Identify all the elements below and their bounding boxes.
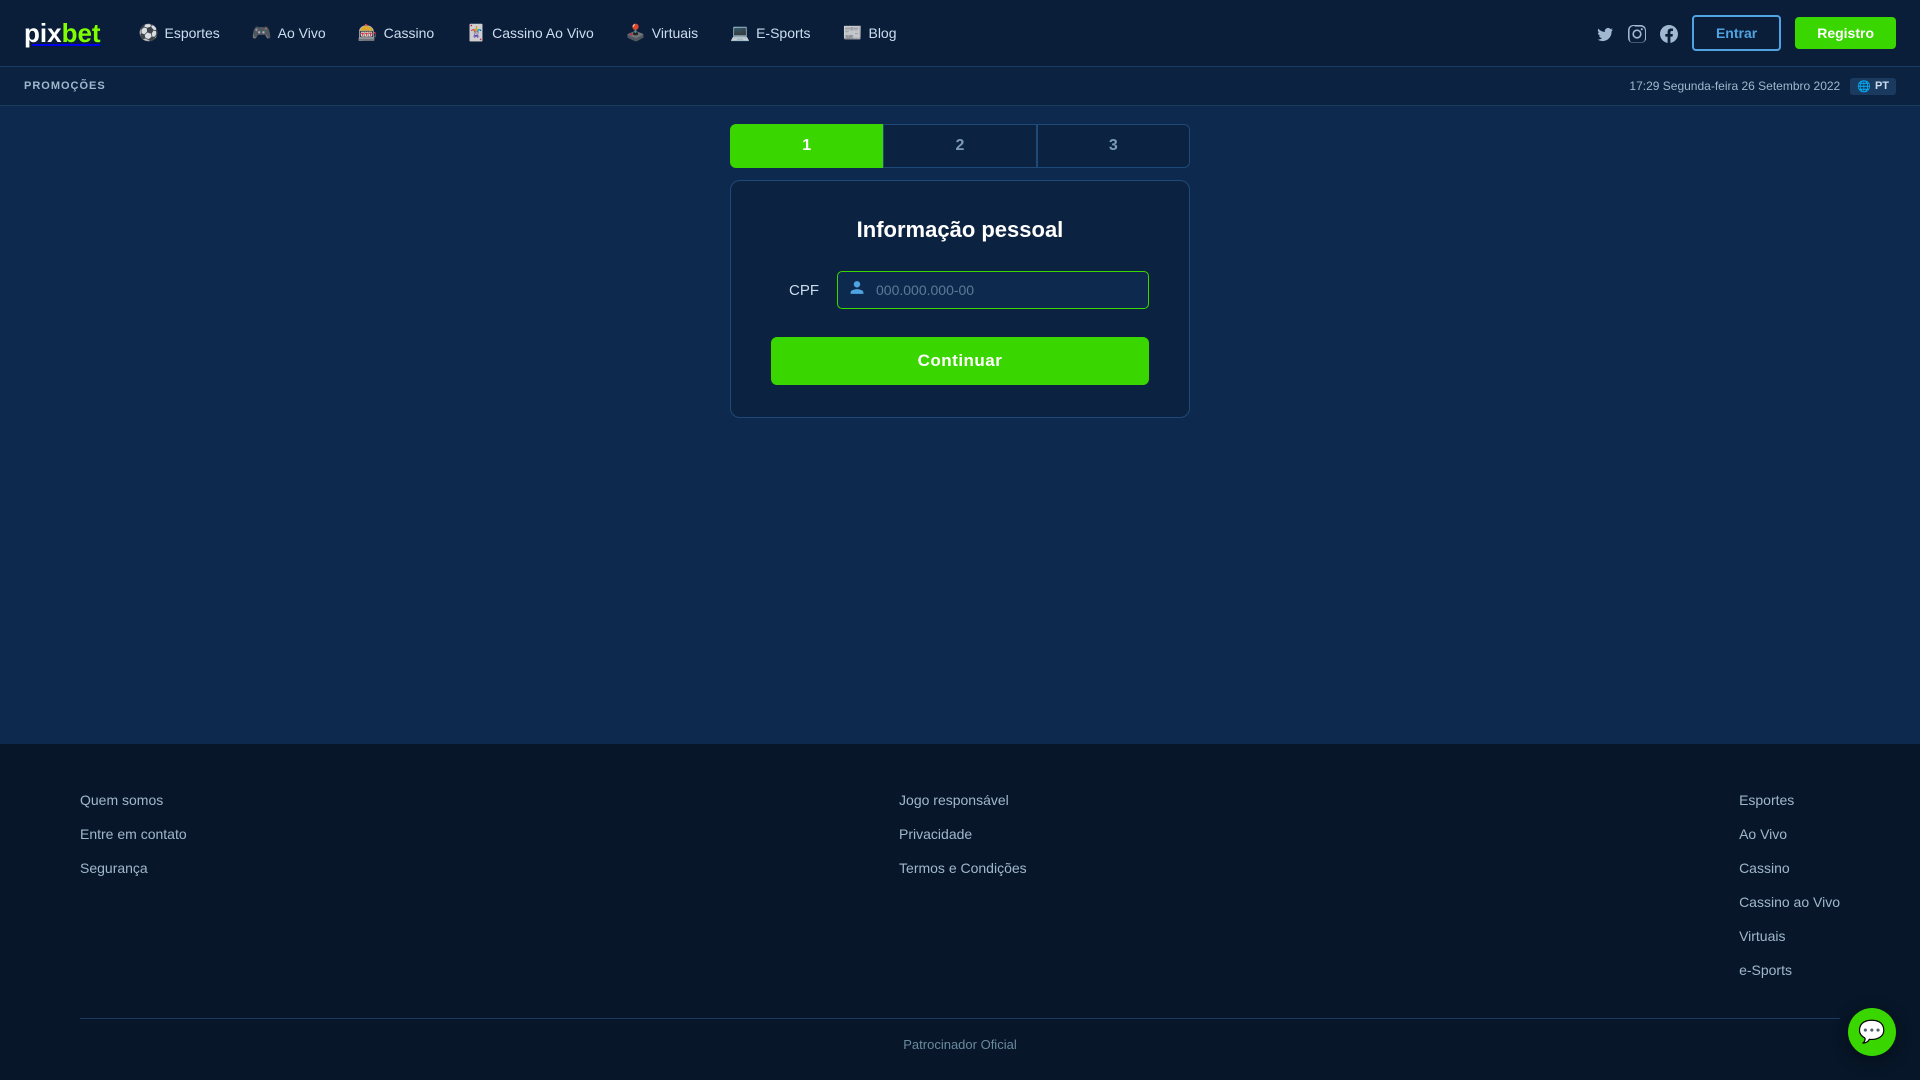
- footer-cassino[interactable]: Cassino: [1739, 860, 1840, 876]
- nav-virtuais-label: Virtuais: [652, 25, 698, 41]
- nav-e-sports[interactable]: 💻 E-Sports: [716, 17, 824, 49]
- footer-col-3: Esportes Ao Vivo Cassino Cassino ao Vivo…: [1739, 792, 1840, 978]
- nav-cassino[interactable]: 🎰 Cassino: [344, 17, 449, 49]
- logo-bet: bet: [62, 18, 101, 49]
- footer-termos[interactable]: Termos e Condições: [899, 860, 1027, 876]
- datetime-lang: 17:29 Segunda-feira 26 Setembro 2022 🌐 P…: [1629, 78, 1896, 95]
- cpf-label: CPF: [771, 282, 819, 299]
- step-3[interactable]: 3: [1037, 124, 1190, 168]
- footer-cassino-ao-vivo[interactable]: Cassino ao Vivo: [1739, 894, 1840, 910]
- footer-virtuais[interactable]: Virtuais: [1739, 928, 1840, 944]
- footer-ao-vivo[interactable]: Ao Vivo: [1739, 826, 1840, 842]
- lang-text: PT: [1875, 80, 1889, 92]
- cassino-ao-vivo-icon: 🃏: [466, 23, 486, 43]
- footer-e-sports[interactable]: e-Sports: [1739, 962, 1840, 978]
- step-2-number: 2: [956, 137, 965, 155]
- nav-cassino-ao-vivo-label: Cassino Ao Vivo: [492, 25, 594, 41]
- footer-col-2: Jogo responsável Privacidade Termos e Co…: [899, 792, 1027, 978]
- patrocinador-label: Patrocinador Oficial: [903, 1037, 1016, 1052]
- nav-esportes[interactable]: ⚽ Esportes: [125, 17, 234, 49]
- step-1-number: 1: [802, 137, 811, 155]
- twitter-link[interactable]: [1596, 23, 1614, 44]
- instagram-link[interactable]: [1628, 23, 1646, 44]
- footer-cols: Quem somos Entre em contato Segurança Jo…: [80, 792, 1840, 978]
- chat-icon: 💬: [1858, 1019, 1885, 1045]
- instagram-icon: [1628, 25, 1646, 43]
- ao-vivo-icon: 🎮: [252, 23, 272, 43]
- esportes-icon: ⚽: [139, 23, 159, 43]
- nav-blog-label: Blog: [868, 25, 896, 41]
- facebook-link[interactable]: [1660, 23, 1678, 44]
- nav-ao-vivo[interactable]: 🎮 Ao Vivo: [238, 17, 340, 49]
- nav-menu: ⚽ Esportes 🎮 Ao Vivo 🎰 Cassino 🃏 Cassino…: [125, 17, 911, 49]
- footer-bottom: Patrocinador Oficial: [80, 1018, 1840, 1052]
- footer-contato[interactable]: Entre em contato: [80, 826, 187, 842]
- promo-bar: PROMOÇÕES 17:29 Segunda-feira 26 Setembr…: [0, 66, 1920, 106]
- cpf-row: CPF: [771, 271, 1149, 309]
- form-title: Informação pessoal: [771, 217, 1149, 243]
- blog-icon: 📰: [843, 23, 863, 43]
- cpf-input[interactable]: [837, 271, 1149, 309]
- virtuais-icon: 🕹️: [626, 23, 646, 43]
- twitter-icon: [1596, 25, 1614, 43]
- header-right: Entrar Registro: [1596, 15, 1896, 51]
- step-3-number: 3: [1109, 137, 1118, 155]
- e-sports-icon: 💻: [730, 23, 750, 43]
- cassino-icon: 🎰: [358, 23, 378, 43]
- header: pixbet ⚽ Esportes 🎮 Ao Vivo 🎰 Cassino 🃏 …: [0, 0, 1920, 66]
- lang-badge[interactable]: 🌐 PT: [1850, 78, 1896, 95]
- user-icon: [849, 280, 865, 301]
- logo-pix: pix: [24, 18, 62, 49]
- footer-privacidade[interactable]: Privacidade: [899, 826, 1027, 842]
- datetime-text: 17:29 Segunda-feira 26 Setembro 2022: [1629, 79, 1840, 93]
- main-content: 1 2 3 Informação pessoal CPF Continuar: [0, 106, 1920, 744]
- footer-seguranca[interactable]: Segurança: [80, 860, 187, 876]
- footer-jogo-responsavel[interactable]: Jogo responsável: [899, 792, 1027, 808]
- nav-e-sports-label: E-Sports: [756, 25, 810, 41]
- continuar-button[interactable]: Continuar: [771, 337, 1149, 385]
- cpf-input-wrapper: [837, 271, 1149, 309]
- steps-container: 1 2 3: [730, 124, 1190, 168]
- nav-cassino-ao-vivo[interactable]: 🃏 Cassino Ao Vivo: [452, 17, 608, 49]
- facebook-icon: [1660, 25, 1678, 43]
- step-1[interactable]: 1: [730, 124, 883, 168]
- form-card: Informação pessoal CPF Continuar: [730, 180, 1190, 418]
- nav-ao-vivo-label: Ao Vivo: [278, 25, 326, 41]
- footer-esportes[interactable]: Esportes: [1739, 792, 1840, 808]
- chat-bubble[interactable]: 💬: [1848, 1008, 1896, 1056]
- registro-button[interactable]: Registro: [1795, 17, 1896, 49]
- promo-label: PROMOÇÕES: [24, 80, 106, 92]
- nav-blog[interactable]: 📰 Blog: [829, 17, 911, 49]
- footer: Quem somos Entre em contato Segurança Jo…: [0, 744, 1920, 1080]
- header-left: pixbet ⚽ Esportes 🎮 Ao Vivo 🎰 Cassino 🃏 …: [24, 17, 911, 49]
- step-2[interactable]: 2: [883, 124, 1036, 168]
- nav-esportes-label: Esportes: [165, 25, 220, 41]
- footer-quem-somos[interactable]: Quem somos: [80, 792, 187, 808]
- social-icons: [1596, 23, 1678, 44]
- logo[interactable]: pixbet: [24, 18, 101, 49]
- nav-cassino-label: Cassino: [384, 25, 435, 41]
- nav-virtuais[interactable]: 🕹️ Virtuais: [612, 17, 712, 49]
- footer-col-1: Quem somos Entre em contato Segurança: [80, 792, 187, 978]
- entrar-button[interactable]: Entrar: [1692, 15, 1781, 51]
